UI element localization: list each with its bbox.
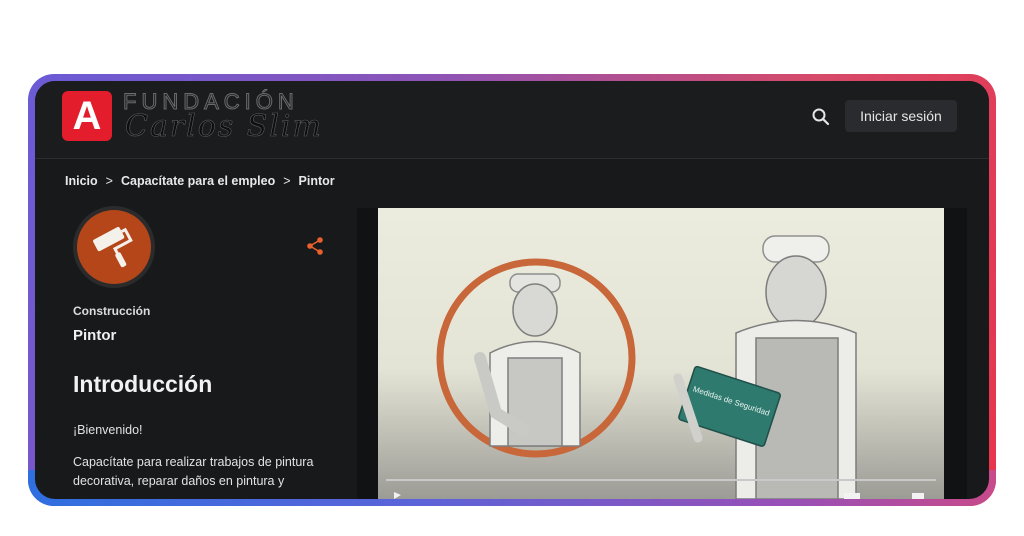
- breadcrumb-current: Pintor: [298, 174, 335, 188]
- top-navbar: A FUNDACIÓN Carlos Slim Iniciar sesión: [35, 81, 989, 159]
- search-icon[interactable]: [811, 107, 831, 127]
- play-icon[interactable]: [394, 492, 401, 499]
- app-screen: A FUNDACIÓN Carlos Slim Iniciar sesión I…: [35, 81, 989, 499]
- paint-roller-icon: [93, 227, 133, 268]
- breadcrumb-separator: >: [283, 174, 291, 188]
- section-title: Introducción: [73, 371, 213, 397]
- course-category: Construcción: [73, 304, 151, 318]
- course-description: Capacítate para realizar trabajos de pin…: [73, 455, 314, 488]
- logo-icon[interactable]: A: [62, 91, 112, 141]
- login-button[interactable]: Iniciar sesión: [845, 100, 957, 132]
- fullscreen-icon[interactable]: [912, 493, 924, 499]
- welcome-text: ¡Bienvenido!: [73, 423, 143, 437]
- share-icon[interactable]: [305, 236, 325, 256]
- video-container: Medidas de Seguridad: [357, 208, 967, 499]
- breadcrumb-home[interactable]: Inicio: [65, 174, 98, 188]
- breadcrumb: Inicio > Capacítate para el empleo > Pintor: [65, 174, 335, 188]
- video-frame-illustration: Medidas de Seguridad: [394, 235, 924, 499]
- course-name: Pintor: [73, 327, 117, 344]
- breadcrumb-category[interactable]: Capacítate para el empleo: [121, 174, 275, 188]
- video-progress-bar[interactable]: [386, 479, 936, 481]
- course-badge: [73, 206, 155, 288]
- breadcrumb-separator: >: [105, 174, 113, 188]
- logo-line2: Carlos Slim: [125, 109, 323, 145]
- captions-icon[interactable]: [844, 493, 860, 499]
- video-player[interactable]: Medidas de Seguridad: [378, 208, 944, 499]
